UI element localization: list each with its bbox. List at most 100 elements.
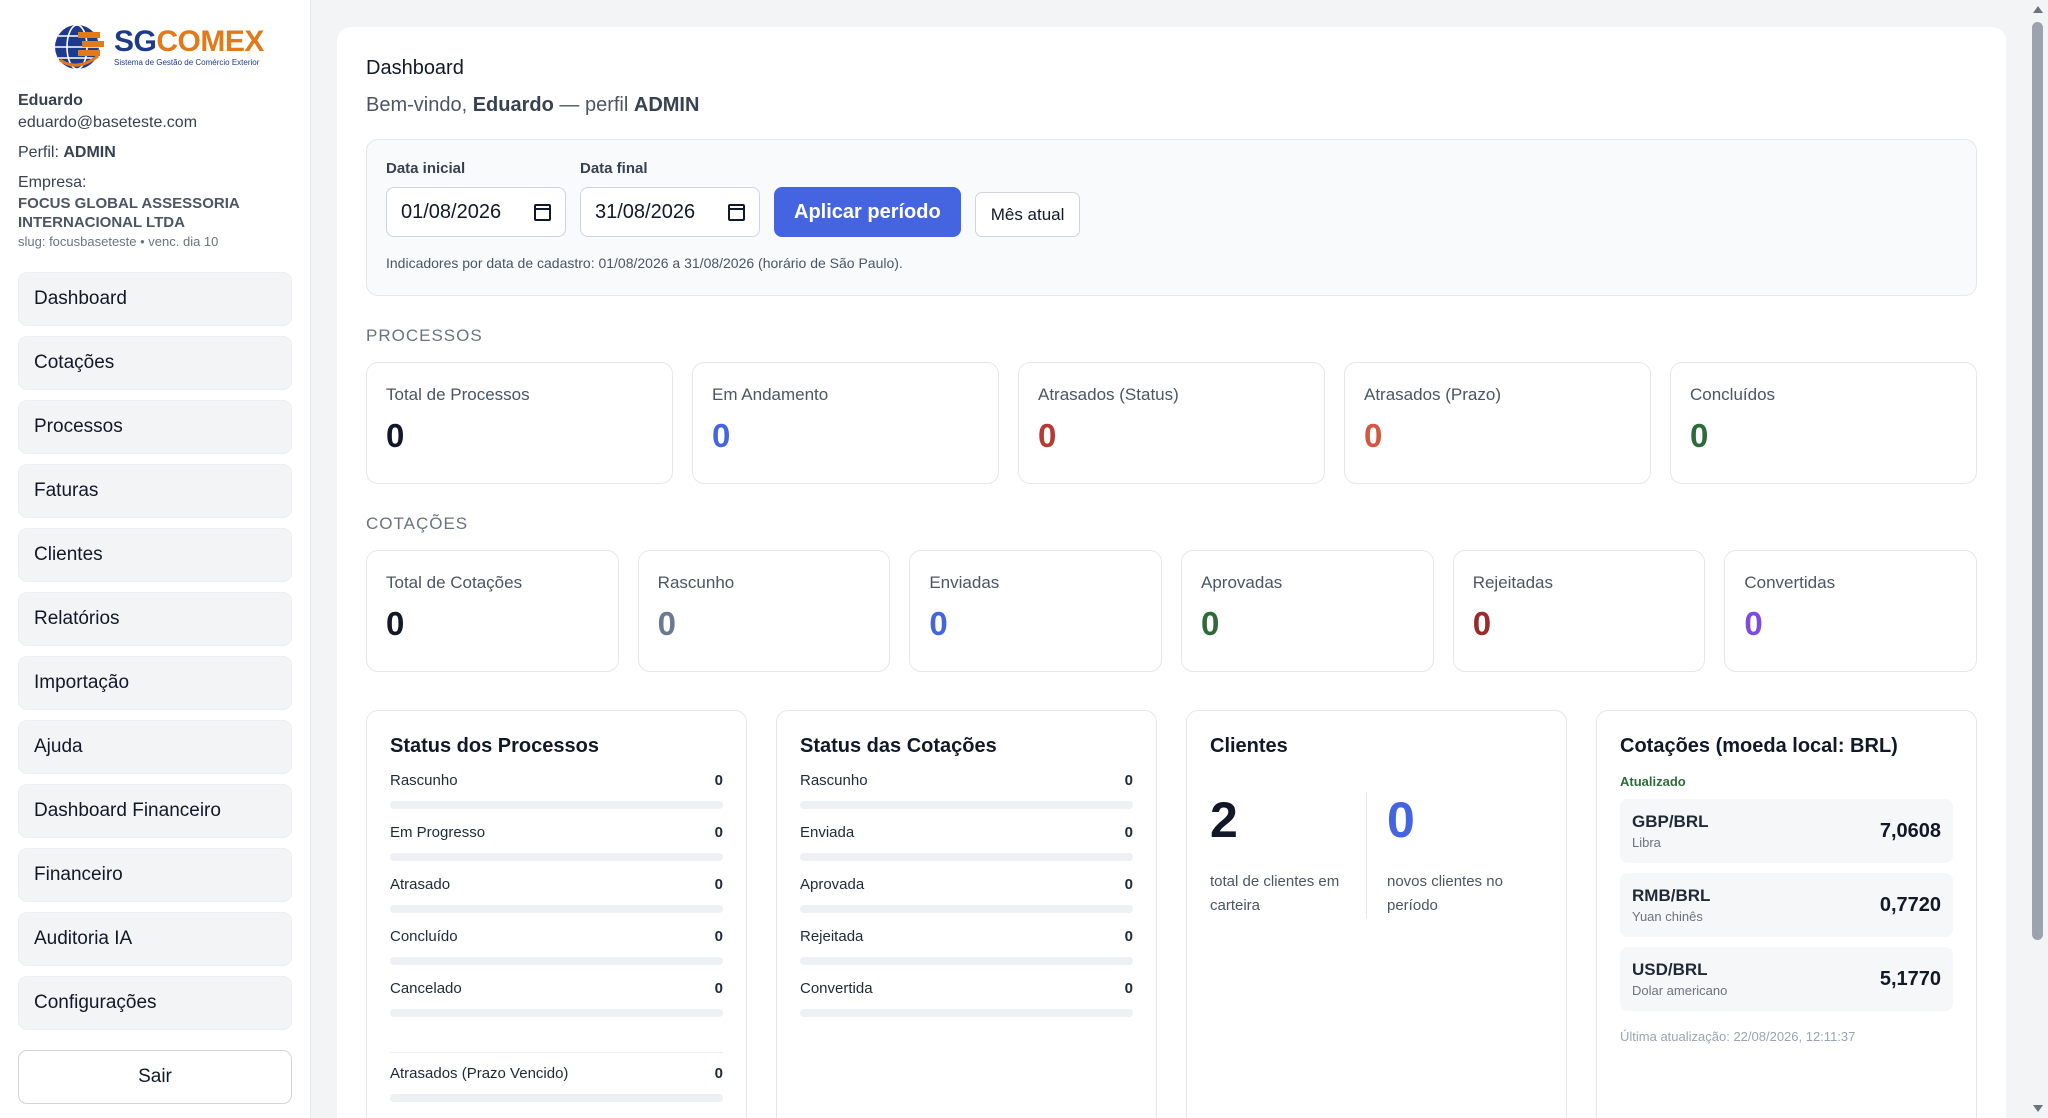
welcome-message: Bem-vindo, Eduardo — perfil ADMIN xyxy=(366,94,1977,117)
status-label: Atrasados (Prazo Vencido) xyxy=(390,1065,569,1082)
end-date-value: 31/08/2026 xyxy=(595,200,696,223)
status-label: Rascunho xyxy=(390,772,458,789)
user-profile-value: ADMIN xyxy=(63,144,116,161)
sidebar: SGCOMEX Sistema de Gestão de Comércio Ex… xyxy=(0,0,311,1118)
scroll-down-arrow-icon[interactable] xyxy=(2033,1105,2043,1112)
welcome-name: Eduardo xyxy=(472,94,554,116)
kpi-label: Total de Cotações xyxy=(386,573,523,592)
section-title-processos: PROCESSOS xyxy=(366,326,483,345)
start-date-value: 01/08/2026 xyxy=(401,200,502,223)
user-profile: Perfil: ADMIN xyxy=(18,142,292,164)
status-count: 0 xyxy=(1124,772,1133,789)
kpi-label: Rejeitadas xyxy=(1472,573,1554,592)
brand-logo[interactable]: SGCOMEX Sistema de Gestão de Comércio Ex… xyxy=(18,0,292,72)
status-label: Aprovada xyxy=(800,876,865,893)
status-count: 0 xyxy=(1124,928,1133,945)
company-label: Empresa: xyxy=(18,174,87,191)
kpi-value: 0 xyxy=(1690,417,1709,454)
kpi-card: Convertidas 0 xyxy=(1724,550,1978,672)
kpi-label: Total de Processos xyxy=(386,385,530,404)
status-count: 0 xyxy=(714,772,723,789)
status-processos-panel: Status dos Processos Rascunho 0 Em Progre… xyxy=(366,710,747,1118)
rate-item: GBP/BRL Libra 7,0608 xyxy=(1620,799,1953,863)
kpi-card: Em Andamento 0 xyxy=(692,362,999,484)
status-item: Atrasado 0 xyxy=(390,876,723,928)
rate-item: USD/BRL Dolar americano 5,1770 xyxy=(1620,947,1953,1011)
panel-title: Status das Cotações xyxy=(800,735,997,757)
apply-period-button[interactable]: Aplicar período xyxy=(774,187,961,237)
status-item: Convertida 0 xyxy=(800,980,1133,1032)
scrollbar-thumb[interactable] xyxy=(2032,22,2043,940)
status-bar xyxy=(800,1009,1133,1017)
status-cotacoes-panel: Status das Cotações Rascunho 0 Enviada 0 A… xyxy=(776,710,1157,1118)
sidebar-item-financeiro[interactable]: Financeiro xyxy=(18,848,292,902)
status-bar xyxy=(800,905,1133,913)
sidebar-item-faturas[interactable]: Faturas xyxy=(18,464,292,518)
divider xyxy=(390,1052,723,1053)
kpi-label: Aprovadas xyxy=(1201,573,1283,592)
sidebar-item-dashboard-financeiro[interactable]: Dashboard Financeiro xyxy=(18,784,292,838)
status-bar xyxy=(390,853,723,861)
sidebar-item-clientes[interactable]: Clientes xyxy=(18,528,292,582)
new-clients-desc: novos clientes no período xyxy=(1387,873,1503,914)
status-bar xyxy=(800,801,1133,809)
rates-last-updated: Última atualização: 22/08/2026, 12:11:37 xyxy=(1620,1029,1856,1044)
kpi-label: Convertidas xyxy=(1744,573,1836,592)
vertical-scrollbar[interactable] xyxy=(2028,0,2048,1118)
kpi-card: Aprovadas 0 xyxy=(1181,550,1434,672)
current-month-button[interactable]: Mês atual xyxy=(974,192,1081,237)
scroll-up-arrow-icon[interactable] xyxy=(2033,6,2043,13)
welcome-prefix: Bem-vindo, xyxy=(366,94,468,116)
rate-currency-name: Libra xyxy=(1632,835,1661,850)
rates-updated-badge: Atualizado xyxy=(1620,774,1686,789)
rate-pair: GBP/BRL xyxy=(1632,812,1709,831)
status-count: 0 xyxy=(714,980,723,997)
status-item: Aprovada 0 xyxy=(800,876,1133,928)
logout-button[interactable]: Sair xyxy=(18,1050,292,1104)
brand-name-comex: COMEX xyxy=(156,25,264,58)
status-label: Rejeitada xyxy=(800,928,864,945)
status-count: 0 xyxy=(714,928,723,945)
panel-title: Clientes xyxy=(1210,735,1288,757)
start-date-label: Data inicial xyxy=(386,160,466,177)
status-bar xyxy=(800,853,1133,861)
status-label: Convertida xyxy=(800,980,873,997)
status-label: Em Progresso xyxy=(390,824,486,841)
company-slug: slug: focusbaseteste • venc. dia 10 xyxy=(18,234,219,249)
company-name-line1: FOCUS GLOBAL ASSESSORIA xyxy=(18,195,240,212)
sidebar-item-cotacoes[interactable]: Cotações xyxy=(18,336,292,390)
status-label: Rascunho xyxy=(800,772,868,789)
kpi-label: Atrasados (Prazo) xyxy=(1364,385,1501,404)
section-title-cotacoes: COTAÇÕES xyxy=(366,514,469,533)
start-date-input[interactable]: 01/08/2026 xyxy=(386,187,566,237)
status-label: Concluído xyxy=(390,928,458,945)
sidebar-item-auditoria-ia[interactable]: Auditoria IA xyxy=(18,912,292,966)
status-bar xyxy=(800,957,1133,965)
kpi-value: 0 xyxy=(1364,417,1383,454)
kpi-value: 0 xyxy=(1201,605,1220,642)
kpi-card: Total de Processos 0 xyxy=(366,362,673,484)
rate-pair: RMB/BRL xyxy=(1632,886,1711,905)
end-date-input[interactable]: 31/08/2026 xyxy=(580,187,760,237)
sidebar-item-processos[interactable]: Processos xyxy=(18,400,292,454)
status-count: 0 xyxy=(714,824,723,841)
kpi-card: Enviadas 0 xyxy=(909,550,1163,672)
status-bar xyxy=(390,957,723,965)
sidebar-item-relatorios[interactable]: Relatórios xyxy=(18,592,292,646)
rate-value: 7,0608 xyxy=(1879,819,1941,842)
calendar-icon[interactable] xyxy=(728,203,745,221)
kpi-value: 0 xyxy=(386,417,405,454)
status-label: Enviada xyxy=(800,824,855,841)
kpi-card: Rejeitadas 0 xyxy=(1452,550,1706,672)
sidebar-item-ajuda[interactable]: Ajuda xyxy=(18,720,292,774)
status-item: Rascunho 0 xyxy=(390,772,723,824)
period-filter: Data inicial 01/08/2026 Data final 31/08… xyxy=(366,139,1977,296)
sidebar-item-configuracoes[interactable]: Configurações xyxy=(18,976,292,1030)
sidebar-nav: Dashboard Cotações Processos Faturas Cli… xyxy=(18,272,292,1030)
calendar-icon[interactable] xyxy=(534,203,551,221)
status-bar xyxy=(390,801,723,809)
sidebar-item-dashboard[interactable]: Dashboard xyxy=(18,272,292,326)
sidebar-item-importacao[interactable]: Importação xyxy=(18,656,292,710)
status-item: Concluído 0 xyxy=(390,928,723,980)
kpi-label: Rascunho xyxy=(657,573,735,592)
